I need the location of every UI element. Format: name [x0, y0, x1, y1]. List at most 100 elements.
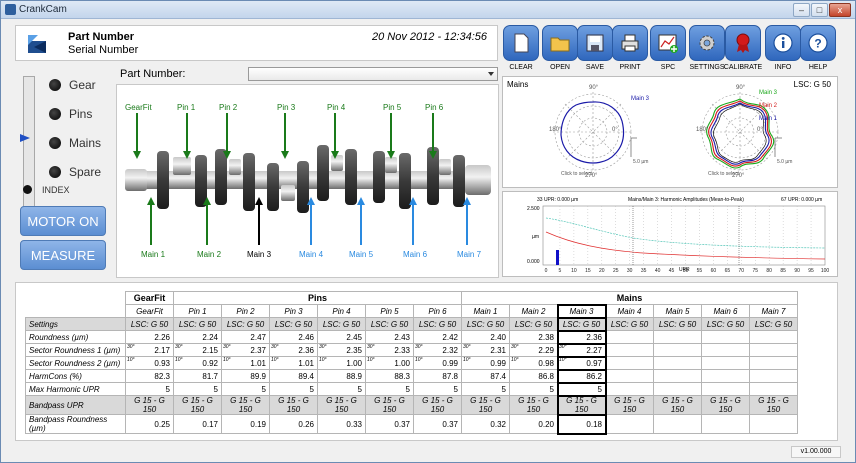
table-cell[interactable]: LSC: G 50 [173, 317, 222, 331]
table-cell[interactable] [605, 369, 654, 383]
table-cell[interactable] [653, 382, 702, 396]
table-cell[interactable]: 87.4 [461, 369, 510, 383]
table-cell[interactable]: 30° 2.31 [461, 343, 510, 357]
table-cell[interactable]: LSC: G 50 [749, 317, 798, 331]
column-header[interactable]: Pin 2 [221, 304, 270, 318]
table-cell[interactable] [605, 330, 654, 344]
table-cell[interactable]: G 15 - G 150 [317, 395, 366, 415]
minimize-button[interactable]: – [793, 3, 810, 17]
table-cell[interactable]: G 15 - G 150 [653, 395, 702, 415]
table-cell[interactable] [701, 382, 750, 396]
table-cell[interactable] [701, 343, 750, 357]
table-cell[interactable]: 2.24 [173, 330, 222, 344]
table-cell[interactable]: 2.38 [509, 330, 558, 344]
table-cell[interactable] [605, 382, 654, 396]
table-cell[interactable]: 10° 0.92 [173, 356, 222, 370]
help-button[interactable]: ? HELP [796, 25, 840, 71]
table-cell[interactable]: 0.26 [269, 414, 318, 434]
table-cell[interactable]: 2.42 [413, 330, 462, 344]
table-cell[interactable]: LSC: G 50 [509, 317, 558, 331]
table-cell[interactable]: LSC: G 50 [413, 317, 462, 331]
table-cell[interactable]: 10° 0.99 [413, 356, 462, 370]
column-header[interactable]: Main 4 [605, 304, 654, 318]
column-header[interactable]: Pin 1 [173, 304, 222, 318]
table-cell[interactable]: G 15 - G 150 [221, 395, 270, 415]
table-cell[interactable]: 86.8 [509, 369, 558, 383]
table-cell[interactable]: 81.7 [173, 369, 222, 383]
table-cell[interactable]: LSC: G 50 [653, 317, 702, 331]
table-cell[interactable]: G 15 - G 150 [605, 395, 654, 415]
table-cell[interactable] [653, 414, 702, 434]
table-cell[interactable] [605, 343, 654, 357]
table-cell[interactable]: G 15 - G 150 [413, 395, 462, 415]
maximize-button[interactable]: □ [811, 3, 828, 17]
close-button[interactable]: x [829, 3, 851, 17]
table-cell[interactable] [749, 369, 798, 383]
table-cell[interactable]: G 15 - G 150 [365, 395, 414, 415]
table-cell[interactable]: LSC: G 50 [605, 317, 654, 331]
table-cell[interactable]: LSC: G 50 [701, 317, 750, 331]
table-cell[interactable]: 2.43 [365, 330, 414, 344]
table-cell[interactable]: 0.37 [365, 414, 414, 434]
harmonic-chart[interactable]: 0 5 10 15 20 25 30 35 40 45 50 55 60 65 70 75 80 85 90 95 10… [503, 192, 839, 278]
table-cell[interactable] [749, 356, 798, 370]
table-cell[interactable]: G 15 - G 150 [125, 395, 174, 415]
column-header[interactable]: Pin 6 [413, 304, 462, 318]
column-header[interactable]: Pin 5 [365, 304, 414, 318]
table-cell[interactable] [653, 330, 702, 344]
table-cell[interactable]: 30° 2.17 [125, 343, 174, 357]
table-cell[interactable]: 5 [125, 382, 174, 396]
table-cell[interactable]: G 15 - G 150 [509, 395, 558, 415]
column-header[interactable]: Pin 4 [317, 304, 366, 318]
table-cell[interactable]: 2.45 [317, 330, 366, 344]
table-cell[interactable]: 5 [413, 382, 462, 396]
table-cell[interactable]: G 15 - G 150 [701, 395, 750, 415]
table-cell[interactable]: G 15 - G 150 [269, 395, 318, 415]
measure-button[interactable]: MEASURE [20, 240, 106, 270]
table-cell[interactable]: 5 [461, 382, 510, 396]
table-cell[interactable]: 5 [173, 382, 222, 396]
table-cell[interactable] [749, 414, 798, 434]
table-cell[interactable]: 88.3 [365, 369, 414, 383]
table-cell[interactable] [653, 343, 702, 357]
table-cell[interactable]: 0.18 [556, 413, 607, 435]
table-cell[interactable]: 10° 1.00 [365, 356, 414, 370]
table-cell[interactable]: LSC: G 50 [125, 317, 174, 331]
motor-on-button[interactable]: MOTOR ON [20, 206, 106, 236]
table-cell[interactable]: G 15 - G 150 [749, 395, 798, 415]
table-cell[interactable]: 89.9 [221, 369, 270, 383]
table-cell[interactable]: 10° 0.93 [125, 356, 174, 370]
table-cell[interactable]: 30° 2.33 [365, 343, 414, 357]
table-cell[interactable]: 30° 2.35 [317, 343, 366, 357]
table-cell[interactable]: 30° 2.36 [269, 343, 318, 357]
table-cell[interactable]: 0.20 [509, 414, 558, 434]
table-cell[interactable]: LSC: G 50 [221, 317, 270, 331]
column-header[interactable]: Main 3 [556, 303, 607, 319]
table-cell[interactable]: 0.32 [461, 414, 510, 434]
table-cell[interactable] [701, 356, 750, 370]
table-cell[interactable]: LSC: G 50 [269, 317, 318, 331]
slider-thumb[interactable] [20, 134, 30, 142]
column-header[interactable]: Main 1 [461, 304, 510, 318]
table-cell[interactable]: G 15 - G 150 [556, 394, 607, 416]
table-cell[interactable]: G 15 - G 150 [461, 395, 510, 415]
table-cell[interactable]: 5 [509, 382, 558, 396]
table-cell[interactable]: 10° 0.98 [509, 356, 558, 370]
table-cell[interactable]: 30° 2.32 [413, 343, 462, 357]
table-cell[interactable]: 30° 2.29 [509, 343, 558, 357]
table-cell[interactable]: 87.8 [413, 369, 462, 383]
table-cell[interactable]: 88.9 [317, 369, 366, 383]
table-cell[interactable]: 10° 0.99 [461, 356, 510, 370]
table-cell[interactable] [701, 414, 750, 434]
table-cell[interactable]: 89.4 [269, 369, 318, 383]
table-cell[interactable]: 10° 0.97 [556, 355, 607, 371]
table-cell[interactable]: 2.36 [556, 329, 607, 345]
table-cell[interactable]: 0.33 [317, 414, 366, 434]
table-cell[interactable] [749, 343, 798, 357]
table-cell[interactable] [749, 382, 798, 396]
table-cell[interactable]: 10° 1.01 [269, 356, 318, 370]
table-cell[interactable]: 2.26 [125, 330, 174, 344]
clear-button[interactable]: CLEAR [499, 25, 543, 71]
spc-button[interactable]: SPC [646, 25, 690, 71]
column-header[interactable]: Main 6 [701, 304, 750, 318]
